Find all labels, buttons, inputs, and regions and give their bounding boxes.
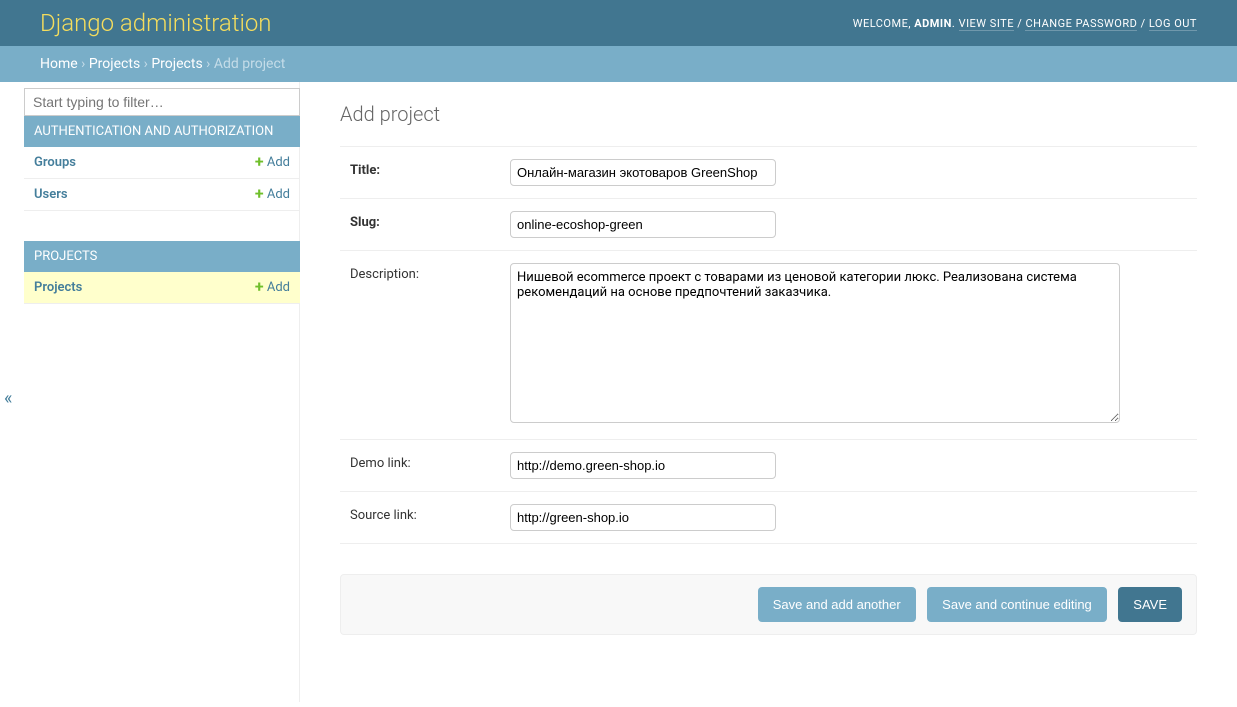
label-slug: Slug: xyxy=(350,211,510,230)
label-demo-link: Demo link: xyxy=(350,452,510,471)
logout-link[interactable]: LOG OUT xyxy=(1149,17,1197,31)
app-caption[interactable]: PROJECTS xyxy=(24,241,300,272)
add-users-link[interactable]: + Add xyxy=(255,187,290,202)
input-slug[interactable] xyxy=(510,211,776,238)
app-module-auth: AUTHENTICATION AND AUTHORIZATION Groups … xyxy=(24,116,300,211)
nav-sidebar: « AUTHENTICATION AND AUTHORIZATION Group… xyxy=(0,82,300,702)
breadcrumb-home[interactable]: Home xyxy=(40,56,78,72)
welcome-text: WELCOME, xyxy=(853,17,911,30)
save-button[interactable] xyxy=(1118,587,1182,622)
form-row-demo-link: Demo link: xyxy=(340,440,1197,492)
model-row-projects: Projects + Add xyxy=(24,272,300,304)
form-row-source-link: Source link: xyxy=(340,492,1197,544)
form-row-title: Title: xyxy=(340,147,1197,199)
model-row-groups: Groups + Add xyxy=(24,147,300,179)
input-demo-link[interactable] xyxy=(510,452,776,479)
breadcrumb-current: Add project xyxy=(214,56,286,72)
project-form: Title: Slug: Description: Demo link: Sou… xyxy=(340,146,1197,635)
view-site-link[interactable]: VIEW SITE xyxy=(959,17,1014,31)
breadcrumb-model[interactable]: Projects xyxy=(151,56,202,72)
form-row-slug: Slug: xyxy=(340,199,1197,251)
breadcrumb: Home › Projects › Projects › Add project xyxy=(0,46,1237,82)
plus-icon: + xyxy=(255,152,264,171)
user-tools: WELCOME, ADMIN. VIEW SITE / CHANGE PASSW… xyxy=(853,17,1197,30)
form-row-description: Description: xyxy=(340,251,1197,440)
site-header: Django administration WELCOME, ADMIN. VI… xyxy=(0,0,1237,46)
app-module-projects: PROJECTS Projects + Add xyxy=(24,241,300,304)
breadcrumb-app[interactable]: Projects xyxy=(89,56,140,72)
label-source-link: Source link: xyxy=(350,504,510,523)
plus-icon: + xyxy=(255,184,264,203)
input-title[interactable] xyxy=(510,159,776,186)
model-link-users[interactable]: Users xyxy=(34,187,68,202)
label-title: Title: xyxy=(350,159,510,178)
app-caption[interactable]: AUTHENTICATION AND AUTHORIZATION xyxy=(24,116,300,147)
label-description: Description: xyxy=(350,263,510,282)
save-add-another-button[interactable] xyxy=(758,587,916,622)
save-continue-button[interactable] xyxy=(927,587,1107,622)
model-link-projects[interactable]: Projects xyxy=(34,280,82,295)
input-description[interactable] xyxy=(510,263,1120,423)
plus-icon: + xyxy=(255,277,264,296)
submit-row xyxy=(340,574,1197,635)
content-main: Add project Title: Slug: Description: De… xyxy=(300,82,1237,702)
username: ADMIN xyxy=(914,17,952,30)
model-row-users: Users + Add xyxy=(24,179,300,211)
collapse-sidebar-icon[interactable]: « xyxy=(4,388,12,409)
sidebar-filter-input[interactable] xyxy=(24,88,300,116)
page-title: Add project xyxy=(340,102,1197,126)
branding: Django administration xyxy=(40,9,272,37)
input-source-link[interactable] xyxy=(510,504,776,531)
change-password-link[interactable]: CHANGE PASSWORD xyxy=(1025,17,1137,31)
model-link-groups[interactable]: Groups xyxy=(34,155,76,170)
add-groups-link[interactable]: + Add xyxy=(255,155,290,170)
add-projects-link[interactable]: + Add xyxy=(255,280,290,295)
site-title-link[interactable]: Django administration xyxy=(40,9,272,37)
